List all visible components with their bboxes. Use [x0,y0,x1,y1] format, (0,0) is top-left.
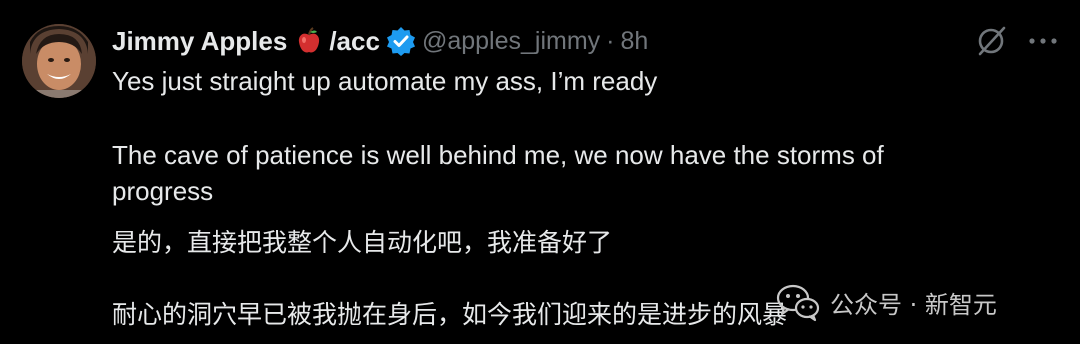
tweet-header: Jimmy Apples /acc @apples_jimmy · 8h [112,22,648,60]
author-handle[interactable]: @apples_jimmy [422,27,600,56]
timestamp[interactable]: 8h [620,27,648,56]
tweet-text-line: progress [112,176,214,206]
tweet: Jimmy Apples /acc @apples_jimmy · 8h Yes… [0,0,1080,344]
translation-line: 耐心的洞穴早已被我抛在身后，如今我们迎来的是进步的风暴 [112,300,788,329]
grok-icon[interactable] [974,24,1008,58]
watermark: 公众号 · 新智元 [776,282,997,322]
verified-badge-icon [386,26,416,56]
avatar[interactable] [22,24,96,98]
author-name[interactable]: Jimmy Apples [112,26,287,57]
author-suffix: /acc [329,25,380,56]
watermark-text: 公众号 · 新智元 [830,290,997,319]
separator-dot: · [606,26,615,55]
tweet-text-line: Yes just straight up automate my ass, I’… [112,66,658,96]
apple-emoji-icon [295,27,323,55]
wechat-logo-icon [776,282,820,322]
tweet-text-line: The cave of patience is well behind me, … [112,140,884,170]
translation-line: 是的，直接把我整个人自动化吧，我准备好了 [112,228,613,257]
more-icon[interactable] [1026,26,1060,56]
